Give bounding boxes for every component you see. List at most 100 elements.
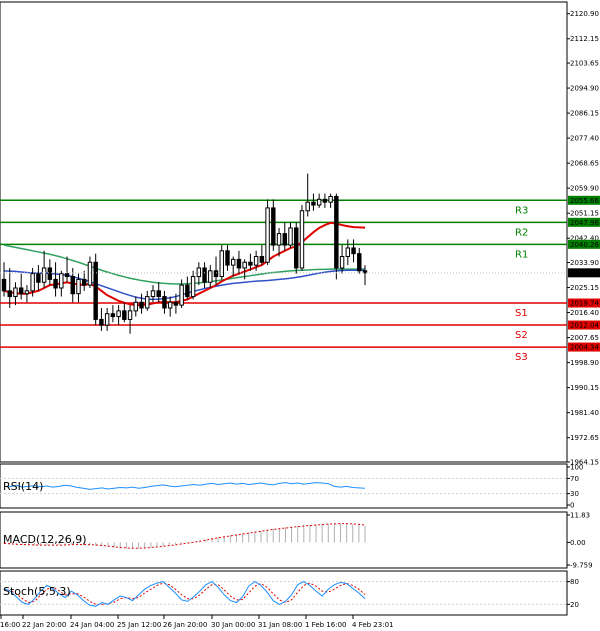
trading-chart: 2120.90 2112.15 2103.65 2094.90 2086.15 2077.…	[0, 1, 600, 629]
rsi-tick-label: 70	[570, 475, 579, 483]
candle-body	[133, 301, 139, 312]
current-price-label: 2030.26	[570, 269, 599, 277]
candle-body	[36, 273, 41, 283]
rsi-pane: 100 70 30 0 RSI(14)	[0, 463, 583, 510]
candle-body	[345, 247, 351, 258]
level-tag-label-r3: 2055.66	[570, 197, 599, 205]
time-axis: 16:00 22 Jan 20:00 24 Jan 04:00 25 Jan 12:0…	[0, 615, 393, 629]
candle-body	[328, 195, 333, 203]
level-name-s2: S2	[515, 330, 528, 341]
rsi-tick-label: 0	[570, 502, 574, 510]
candle-body	[305, 201, 310, 212]
level-tag-label-r1: 2040.26	[570, 241, 599, 249]
rsi-tick-label: 30	[570, 490, 579, 498]
price-tick-label: 2007.65	[570, 334, 599, 342]
price-tick-label: 2016.40	[570, 309, 599, 317]
candle-body	[225, 250, 230, 266]
candle-body	[93, 261, 98, 320]
candle-body	[288, 227, 293, 246]
price-tick-label: 2077.40	[570, 135, 599, 143]
price-tick-label: 2068.65	[570, 160, 599, 168]
candle-body	[294, 227, 299, 269]
candle-body	[179, 284, 184, 306]
candle-body	[110, 313, 116, 318]
candle-body	[104, 313, 110, 326]
candle-body	[47, 267, 53, 280]
level-name-r2: R2	[515, 227, 528, 238]
stoch-tick-label: 20	[570, 601, 579, 609]
rsi-pane-frame	[0, 463, 568, 509]
candle-body	[7, 290, 12, 298]
price-axis: 2120.90 2112.15 2103.65 2094.90 2086.15 2077.…	[567, 10, 599, 467]
level-tag-label-r2: 2047.96	[570, 219, 599, 227]
candle-body	[265, 207, 270, 263]
candle-body	[282, 233, 287, 246]
candle-body	[1, 278, 7, 292]
rsi-title: RSI(14)	[3, 480, 43, 493]
stoch-title: Stoch(5,5,3)	[3, 585, 71, 598]
candle-body	[116, 310, 121, 318]
stoch-pane-frame	[0, 570, 568, 616]
candle-body	[230, 258, 236, 266]
candle-body	[202, 267, 207, 283]
price-tick-label: 2086.15	[570, 110, 599, 118]
time-tick-label: 24 Jan 04:00	[70, 621, 114, 629]
candle-body	[196, 267, 202, 278]
time-tick-label: 26 Jan 20:00	[163, 621, 207, 629]
price-tick-label: 2112.15	[570, 35, 599, 43]
time-tick-label: 22 Jan 20:00	[22, 621, 66, 629]
level-tag-label-s2: 2012.04	[570, 322, 599, 330]
level-name-s1: S1	[515, 308, 528, 319]
price-tick-label: 2033.90	[570, 259, 599, 267]
candle-body	[253, 256, 259, 266]
candle-body	[185, 284, 190, 298]
macd-pane: 11.83 0.00 -9.759 MACD(12,26,9)	[0, 511, 593, 570]
candle-body	[173, 301, 179, 306]
main-pane-frame	[0, 1, 568, 463]
candle-body	[316, 198, 322, 206]
candle-body	[53, 278, 58, 289]
candle-body	[167, 301, 173, 309]
macd-title: MACD(12,26,9)	[3, 533, 87, 546]
candle-body	[334, 195, 339, 269]
candle-body	[30, 273, 35, 292]
macd-tick-label: 11.83	[570, 512, 590, 520]
candle-body	[41, 267, 47, 283]
price-tick-label: 2025.15	[570, 284, 599, 292]
price-tick-label: 2059.90	[570, 185, 599, 193]
candle-body	[271, 207, 276, 246]
candle-body	[139, 301, 144, 309]
time-tick-label: 4 Feb 23:01	[352, 621, 393, 629]
macd-axis: 11.83 0.00 -9.759	[567, 512, 593, 570]
price-tick-label: 2094.90	[570, 85, 599, 93]
candle-body	[70, 276, 75, 295]
macd-tick-label: 0.00	[570, 539, 586, 547]
candle-body	[322, 198, 328, 203]
candle-body	[248, 261, 253, 266]
candle-body	[145, 296, 150, 309]
level-name-r3: R3	[515, 205, 528, 216]
candle-body	[259, 256, 265, 263]
candle-body	[213, 270, 219, 278]
candle-body	[24, 290, 30, 295]
candle-body	[242, 261, 247, 269]
candle-body	[76, 278, 81, 295]
candle-body	[351, 247, 356, 255]
candle-body	[357, 253, 362, 272]
candle-body	[236, 258, 242, 269]
candle-body	[150, 290, 156, 298]
candle-body	[156, 290, 161, 298]
candle-body	[311, 201, 316, 206]
price-tick-label: 2103.65	[570, 60, 599, 68]
stoch-tick-label: 80	[570, 578, 579, 586]
price-tick-label: 1981.40	[570, 409, 599, 417]
time-tick-label: 31 Jan 08:00	[258, 621, 302, 629]
level-name-s3: S3	[515, 352, 528, 363]
price-tick-label: 1972.65	[570, 434, 599, 442]
candle-body	[18, 287, 24, 295]
time-tick-label: 25 Jan 12:00	[117, 621, 161, 629]
time-tick-label: 16:00	[0, 621, 20, 629]
candle-body	[82, 278, 87, 286]
candle-body	[339, 256, 345, 269]
candle-body	[276, 233, 282, 246]
